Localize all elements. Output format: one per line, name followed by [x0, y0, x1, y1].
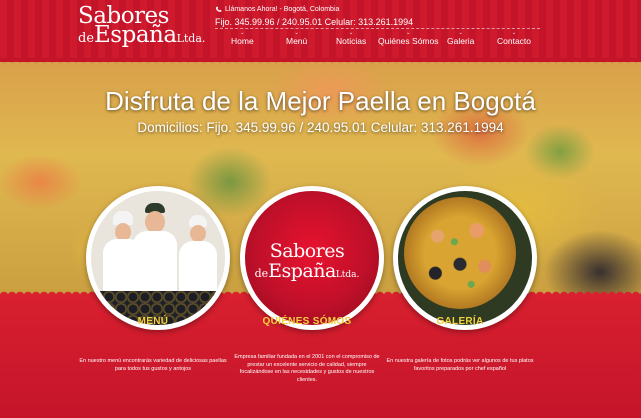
menu-section-title[interactable]: MENÚ [78, 316, 228, 328]
phone-icon [216, 6, 222, 12]
about-section-title[interactable]: QUIÉNES SÓMOS [232, 316, 382, 328]
header-phones: Fijo. 345.99.96 / 240.95.01 Celular: 313… [215, 17, 414, 27]
nav-item-contacto[interactable]: ⌄ Contacto [497, 30, 531, 46]
about-section: QUIÉNES SÓMOS Empresa familiar fundada e… [232, 316, 382, 384]
site-logo[interactable]: Sabores deEspañaLtda. [78, 4, 205, 48]
main-nav: ⌄ Home ⌄ Menú ⌄ Noticias ⌄ Quiénes Sómos… [215, 30, 545, 50]
logo-prefix: de [78, 31, 95, 46]
call-line: Llámanos Ahora! - Bogotá, Colombia [215, 5, 413, 14]
gallery-section-text: En nuestra galería de fotos podrás ver a… [386, 358, 534, 372]
hero-title: Disfruta de la Mejor Paella en Bogotá [105, 86, 536, 116]
call-text: Llámanos Ahora! - Bogotá, Colombia [225, 6, 340, 13]
chef-uniform-graphic [179, 241, 217, 297]
site-header: Sabores deEspañaLtda. Llámanos Ahora! - … [0, 0, 641, 62]
menu-photo-circle[interactable] [86, 186, 230, 330]
gallery-photo-circle[interactable] [393, 186, 537, 330]
nav-label: Noticias [336, 36, 367, 46]
about-logo-circle[interactable]: Sabores deEspañaLtda. [240, 186, 384, 330]
menu-section-text: En nuestro menú encontrarás variedad de … [79, 358, 227, 372]
chef-uniform-graphic [133, 231, 177, 297]
nav-label: Galeria [447, 36, 475, 46]
nav-divider [215, 28, 540, 29]
header-scallop-edge [0, 58, 641, 66]
logo-suffix: Ltda. [335, 270, 360, 280]
about-section-text: Empresa familiar fundada en el 2001 con … [234, 354, 380, 383]
nav-item-galeria[interactable]: ⌄ Galeria [447, 30, 474, 46]
logo-suffix: Ltda. [176, 32, 206, 45]
circle-logo: Sabores deEspañaLtda. [245, 241, 369, 285]
nav-item-home[interactable]: ⌄ Home [231, 30, 254, 46]
menu-section: MENÚ En nuestro menú encontrarás varieda… [78, 316, 228, 373]
gallery-section-title[interactable]: GALERÍA [385, 316, 535, 328]
paella-dish-graphic [404, 197, 516, 309]
logo-line-2: deEspañaLtda. [245, 261, 369, 285]
gallery-section: GALERÍA En nuestra galería de fotos podr… [385, 316, 535, 373]
nav-item-menu[interactable]: ⌄ Menú [286, 30, 307, 46]
logo-prefix: de [254, 267, 269, 280]
hero-subtitle: Domicilios: Fijo. 345.99.96 / 240.95.01 … [137, 120, 504, 135]
logo-line-2: deEspañaLtda. [78, 24, 205, 50]
header-contact: Llámanos Ahora! - Bogotá, Colombia Fijo.… [215, 5, 413, 28]
nav-label: Home [231, 36, 254, 46]
logo-main: España [94, 22, 177, 48]
logo-main: España [268, 260, 336, 282]
nav-label: Menú [286, 36, 308, 46]
chef-face-graphic [190, 225, 206, 242]
nav-item-quienes-somos[interactable]: ⌄ Quiénes Sómos [378, 30, 438, 46]
chef-face-graphic [145, 211, 165, 233]
nav-label: Quiénes Sómos [378, 36, 439, 46]
nav-item-noticias[interactable]: ⌄ Noticias [336, 30, 366, 46]
nav-label: Contacto [497, 36, 532, 46]
logo-line-1: Sabores [269, 240, 345, 262]
